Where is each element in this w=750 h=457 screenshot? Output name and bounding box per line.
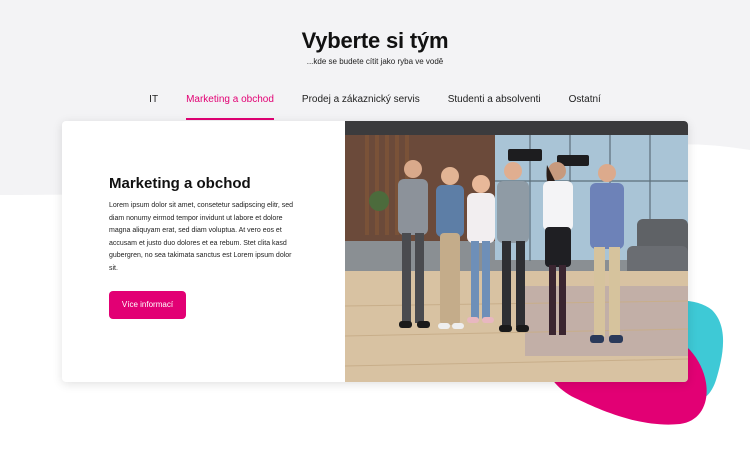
team-photo bbox=[345, 121, 688, 382]
tab-marketing-a-obchod[interactable]: Marketing a obchod bbox=[172, 92, 288, 120]
card-body: Lorem ipsum dolor sit amet, consetetur s… bbox=[109, 202, 294, 272]
tab-studenti-a-absolventi[interactable]: Studenti a absolventi bbox=[434, 92, 555, 120]
team-card: Marketing a obchod Lorem ipsum dolor sit… bbox=[62, 121, 688, 382]
page-title: Vyberte si tým bbox=[301, 28, 449, 53]
tab-ostatni[interactable]: Ostatní bbox=[555, 92, 615, 120]
card-heading: Marketing a obchod bbox=[109, 175, 251, 192]
team-tabs: IT Marketing a obchod Prodej a zákaznick… bbox=[0, 92, 750, 120]
card-text: Marketing a obchod Lorem ipsum dolor sit… bbox=[109, 175, 299, 275]
section-header: Vyberte si tým ...kde se budete cítit ja… bbox=[0, 28, 750, 66]
more-info-button[interactable]: Více informací bbox=[109, 291, 186, 319]
tab-it[interactable]: IT bbox=[135, 92, 172, 120]
page-subtitle: ...kde se budete cítit jako ryba ve vodě bbox=[306, 57, 444, 66]
tab-prodej-a-zakaznicky-servis[interactable]: Prodej a zákaznický servis bbox=[288, 92, 434, 120]
